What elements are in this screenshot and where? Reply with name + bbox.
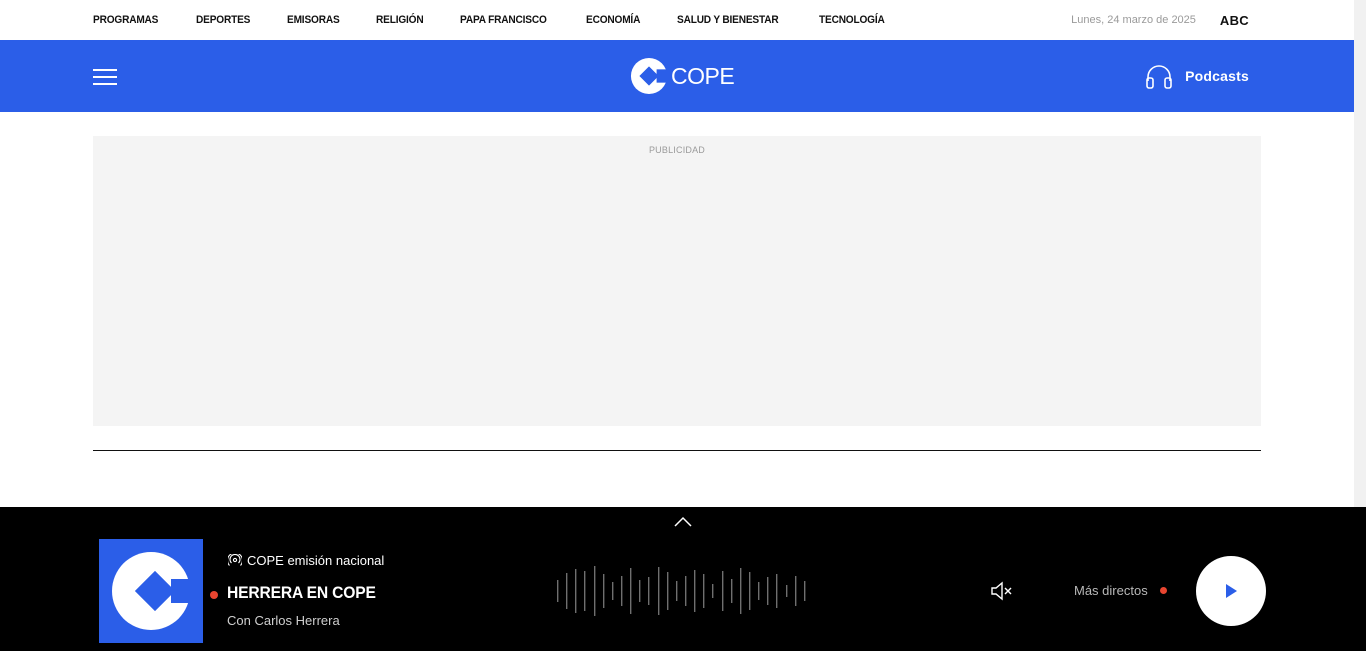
section-nav: PROGRAMAS DEPORTES EMISORAS RELIGIÓN PAP… xyxy=(93,0,922,40)
station-name: COPE emisión nacional xyxy=(247,553,385,568)
waveform-bar xyxy=(667,572,669,610)
more-live-button[interactable]: Más directos xyxy=(1074,583,1167,598)
live-dot xyxy=(1159,587,1167,594)
audio-waveform xyxy=(557,566,806,616)
broadcast-icon xyxy=(228,553,242,566)
nav-item-programas[interactable]: PROGRAMAS xyxy=(93,14,158,26)
chevron-up-icon xyxy=(674,516,692,527)
hamburger-menu-icon[interactable] xyxy=(93,68,117,85)
waveform-bar xyxy=(630,568,632,614)
waveform-bar xyxy=(639,580,641,602)
waveform-bar xyxy=(749,572,751,610)
cope-station-icon xyxy=(112,552,193,630)
play-icon xyxy=(1226,584,1237,598)
waveform-bar xyxy=(594,566,596,616)
more-live-label: Más directos xyxy=(1074,583,1148,598)
station-row: COPE emisión nacional xyxy=(228,553,384,568)
waveform-bar xyxy=(767,577,769,605)
current-date: Lunes, 24 marzo de 2025 xyxy=(1071,14,1196,26)
waveform-bar xyxy=(776,574,778,608)
waveform-bar xyxy=(731,579,733,603)
waveform-bar xyxy=(584,571,586,611)
top-bar: PROGRAMAS DEPORTES EMISORAS RELIGIÓN PAP… xyxy=(0,0,1354,40)
headphones-icon xyxy=(1146,65,1172,89)
waveform-bar xyxy=(740,568,742,614)
waveform-bar xyxy=(722,571,724,611)
waveform-bar xyxy=(758,582,760,600)
nav-item-deportes[interactable]: DEPORTES xyxy=(196,14,250,26)
live-indicator xyxy=(210,591,218,599)
nav-item-economia[interactable]: ECONOMÍA xyxy=(586,14,640,26)
top-right: Lunes, 24 marzo de 2025 ABC xyxy=(1071,0,1249,40)
station-logo[interactable] xyxy=(99,539,203,643)
waveform-bar xyxy=(557,580,559,602)
waveform-bar xyxy=(795,576,797,606)
waveform-bar xyxy=(786,585,788,597)
play-button[interactable] xyxy=(1196,556,1266,626)
cope-logo[interactable]: COPE xyxy=(630,56,735,96)
podcasts-link[interactable]: Podcasts xyxy=(1145,62,1249,90)
abc-link[interactable]: ABC xyxy=(1220,13,1249,28)
waveform-bar xyxy=(712,584,714,598)
waveform-bar xyxy=(566,573,568,609)
waveform-bar xyxy=(685,576,687,606)
nav-item-salud-bienestar[interactable]: SALUD Y BIENESTAR xyxy=(677,14,779,26)
main-header: COPE Podcasts xyxy=(0,40,1354,112)
ad-slot: PUBLICIDAD xyxy=(93,136,1261,426)
show-title[interactable]: HERRERA EN COPE xyxy=(227,583,376,603)
page-scrollbar[interactable] xyxy=(1354,0,1366,507)
waveform-bar xyxy=(703,574,705,608)
nav-item-papa-francisco[interactable]: PAPA FRANCISCO xyxy=(460,14,547,26)
waveform-bar xyxy=(694,570,696,612)
nav-item-emisoras[interactable]: EMISORAS xyxy=(287,14,340,26)
podcasts-label: Podcasts xyxy=(1185,68,1249,84)
audio-player: COPE emisión nacional HERRERA EN COPE Co… xyxy=(0,507,1366,651)
nav-item-tecnologia[interactable]: TECNOLOGÍA xyxy=(819,14,885,26)
show-host: Con Carlos Herrera xyxy=(227,613,340,628)
speaker-muted-icon xyxy=(991,581,1012,601)
waveform-bar xyxy=(676,581,678,601)
waveform-bar xyxy=(621,576,623,606)
collapse-player-button[interactable] xyxy=(672,515,694,529)
cope-logo-icon xyxy=(630,57,668,95)
ad-label: PUBLICIDAD xyxy=(648,145,705,155)
waveform-bar xyxy=(804,581,806,601)
waveform-bar xyxy=(612,582,614,600)
waveform-bar xyxy=(658,567,660,615)
mute-button[interactable] xyxy=(990,580,1014,602)
logo-text: COPE xyxy=(671,62,735,89)
nav-item-religion[interactable]: RELIGIÓN xyxy=(376,14,424,26)
section-divider xyxy=(93,450,1261,451)
waveform-bar xyxy=(648,577,650,605)
waveform-bar xyxy=(575,569,577,613)
waveform-bar xyxy=(603,574,605,608)
